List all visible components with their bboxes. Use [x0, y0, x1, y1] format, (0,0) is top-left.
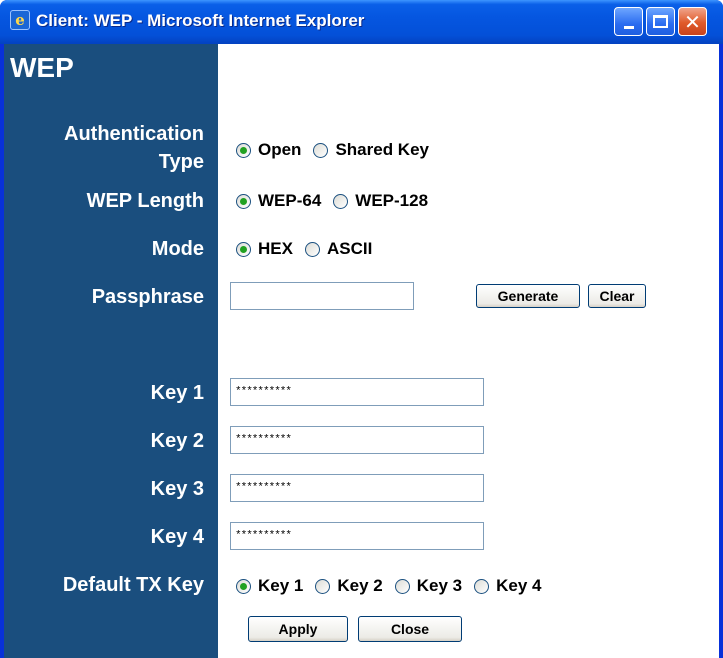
key4-label: Key 4 — [150, 526, 204, 548]
label-sidebar: WEP Authentication Type WEP Length Mode … — [4, 44, 218, 658]
close-icon: ✕ — [684, 9, 701, 34]
default-tx-key-radio-group: Key 1 Key 2 Key 3 Key 4 — [236, 574, 554, 598]
default-tx-key-label: Default TX Key — [62, 574, 204, 596]
clear-button[interactable]: Clear — [588, 284, 646, 308]
tx-key1-label[interactable]: Key 1 — [258, 576, 303, 596]
key1-input[interactable]: ********** — [230, 378, 484, 406]
window-title: Client: WEP - Microsoft Internet Explore… — [36, 11, 365, 30]
mode-ascii-radio[interactable] — [304, 241, 320, 257]
auth-type-radio-group: Open Shared Key — [236, 138, 441, 162]
maximize-button[interactable] — [646, 7, 675, 36]
key3-input[interactable]: ********** — [230, 474, 484, 502]
mode-hex-radio[interactable] — [236, 241, 251, 257]
wep-length-label: WEP Length — [86, 190, 204, 212]
internet-explorer-icon: e — [10, 10, 30, 30]
key3-label: Key 3 — [150, 478, 204, 500]
tx-key3-label[interactable]: Key 3 — [417, 576, 462, 596]
wep-length-radio-group: WEP-64 WEP-128 — [236, 189, 440, 213]
close-window-button[interactable]: ✕ — [678, 7, 707, 36]
close-button[interactable]: Close — [358, 616, 462, 642]
key4-input[interactable]: ********** — [230, 522, 484, 550]
auth-shared-key-label[interactable]: Shared Key — [335, 140, 429, 160]
tx-key2-label[interactable]: Key 2 — [337, 576, 382, 596]
maximize-icon — [653, 15, 668, 28]
tx-key2-radio[interactable] — [315, 578, 331, 594]
wep-64-label[interactable]: WEP-64 — [258, 191, 321, 211]
minimize-icon — [623, 26, 634, 29]
passphrase-label: Passphrase — [91, 286, 204, 308]
generate-button[interactable]: Generate — [476, 284, 580, 308]
key2-input[interactable]: ********** — [230, 426, 484, 454]
tx-key1-radio[interactable] — [236, 578, 251, 594]
page-title: WEP — [10, 52, 74, 83]
apply-button[interactable]: Apply — [248, 616, 348, 642]
auth-shared-key-radio[interactable] — [313, 142, 329, 158]
auth-open-radio[interactable] — [236, 142, 251, 158]
wep-128-radio[interactable] — [333, 193, 349, 209]
auth-type-label-line2: Type — [158, 151, 204, 173]
tx-key3-radio[interactable] — [394, 578, 410, 594]
minimize-button[interactable] — [614, 7, 643, 36]
mode-radio-group: HEX ASCII — [236, 237, 384, 261]
mode-label: Mode — [151, 238, 204, 260]
mode-hex-label[interactable]: HEX — [258, 239, 293, 259]
mode-ascii-label[interactable]: ASCII — [327, 239, 372, 259]
key2-label: Key 2 — [150, 430, 204, 452]
auth-open-label[interactable]: Open — [258, 140, 301, 160]
tx-key4-radio[interactable] — [474, 578, 490, 594]
key1-label: Key 1 — [150, 382, 204, 404]
wep-128-label[interactable]: WEP-128 — [355, 191, 428, 211]
auth-type-label-line1: Authentication — [64, 123, 204, 145]
tx-key4-label[interactable]: Key 4 — [496, 576, 541, 596]
browser-window: e Client: WEP - Microsoft Internet Explo… — [0, 0, 723, 658]
title-bar[interactable]: e Client: WEP - Microsoft Internet Explo… — [0, 0, 723, 44]
wep-64-radio[interactable] — [236, 193, 251, 209]
page-content: WEP Authentication Type WEP Length Mode … — [4, 44, 719, 658]
passphrase-input[interactable] — [230, 282, 414, 310]
